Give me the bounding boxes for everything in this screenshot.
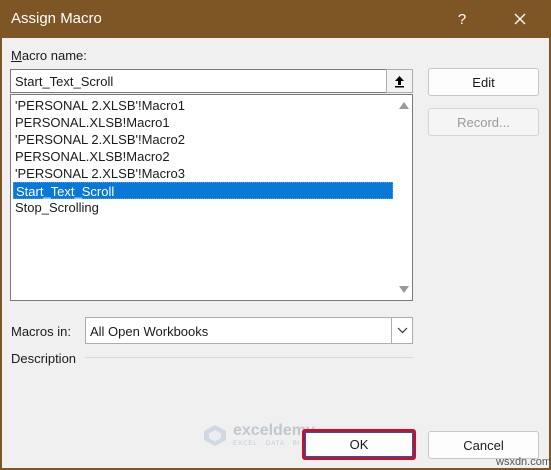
macro-list-item[interactable]: PERSONAL.XLSB!Macro1 — [13, 114, 393, 131]
edit-button[interactable]: Edit — [428, 68, 539, 96]
description-label: Description — [11, 351, 77, 366]
macro-list-item[interactable]: 'PERSONAL 2.XLSB'!Macro2 — [13, 131, 393, 148]
record-button[interactable]: Record... — [428, 108, 539, 136]
macros-in-dropdown[interactable] — [391, 318, 412, 343]
macros-in-value: All Open Workbooks — [90, 324, 209, 339]
macro-list[interactable]: 'PERSONAL 2.XLSB'!Macro1 PERSONAL.XLSB!Ma… — [10, 94, 413, 301]
collapse-dialog-button[interactable] — [386, 69, 413, 93]
close-button[interactable] — [500, 4, 540, 34]
macro-list-item[interactable]: 'PERSONAL 2.XLSB'!Macro3 — [13, 165, 393, 182]
macro-list-item[interactable]: 'PERSONAL 2.XLSB'!Macro1 — [13, 97, 393, 114]
help-icon: ? — [457, 10, 467, 28]
cancel-button-label: Cancel — [463, 437, 504, 453]
upload-arrow-icon — [395, 75, 404, 87]
watermark: exceldemy EXCEL · DATA · BI — [202, 423, 315, 447]
macro-name-input[interactable]: Start_Text_Scroll — [10, 69, 413, 93]
cancel-button[interactable]: Cancel — [428, 431, 539, 459]
macro-name-label: Macro name: — [11, 48, 87, 63]
ok-button-label: OK — [349, 437, 369, 452]
description-divider — [85, 357, 413, 358]
title-bar[interactable]: Assign Macro ? — [0, 0, 551, 38]
close-icon — [514, 13, 526, 25]
macro-list-item[interactable]: Start_Text_Scroll — [13, 182, 393, 199]
macro-name-value: Start_Text_Scroll — [15, 74, 114, 89]
scroll-up-icon[interactable] — [399, 102, 409, 109]
source-watermark: wsxdn.com — [496, 456, 551, 468]
edit-button-label: Edit — [472, 74, 495, 90]
list-scrollbar[interactable] — [395, 95, 412, 300]
macros-in-select[interactable]: All Open Workbooks — [85, 317, 413, 344]
macro-list-item[interactable]: PERSONAL.XLSB!Macro2 — [13, 148, 393, 165]
scroll-down-icon[interactable] — [399, 286, 409, 293]
macro-list-item[interactable]: Stop_Scrolling — [13, 199, 393, 216]
ok-button[interactable]: OK — [305, 432, 413, 457]
window-title: Assign Macro — [11, 10, 102, 27]
record-button-label: Record... — [457, 114, 510, 130]
macros-in-label: Macros in: — [11, 324, 71, 339]
help-button[interactable]: ? — [442, 4, 482, 34]
exceldemy-logo-icon — [204, 425, 226, 446]
macro-name-accel: M — [11, 48, 22, 63]
macro-name-label-text: acro name: — [21, 48, 87, 63]
chevron-down-icon — [397, 327, 407, 334]
